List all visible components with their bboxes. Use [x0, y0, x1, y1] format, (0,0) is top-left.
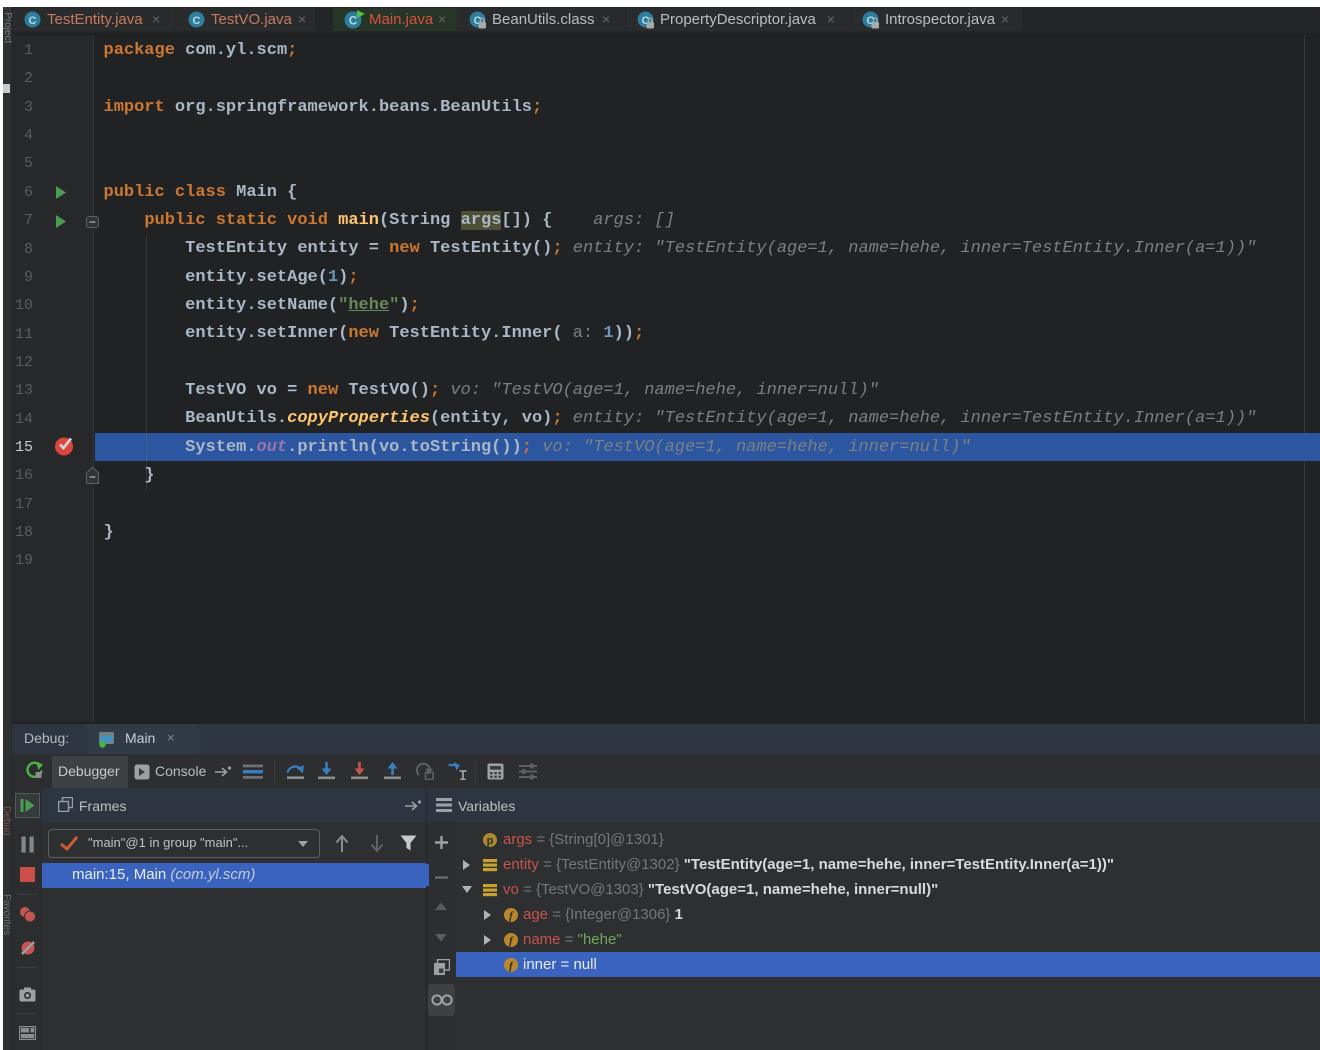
- svg-text:C: C: [349, 16, 357, 28]
- svg-text:C: C: [29, 15, 37, 27]
- svg-text:p: p: [487, 835, 494, 847]
- svg-text:C: C: [193, 15, 201, 27]
